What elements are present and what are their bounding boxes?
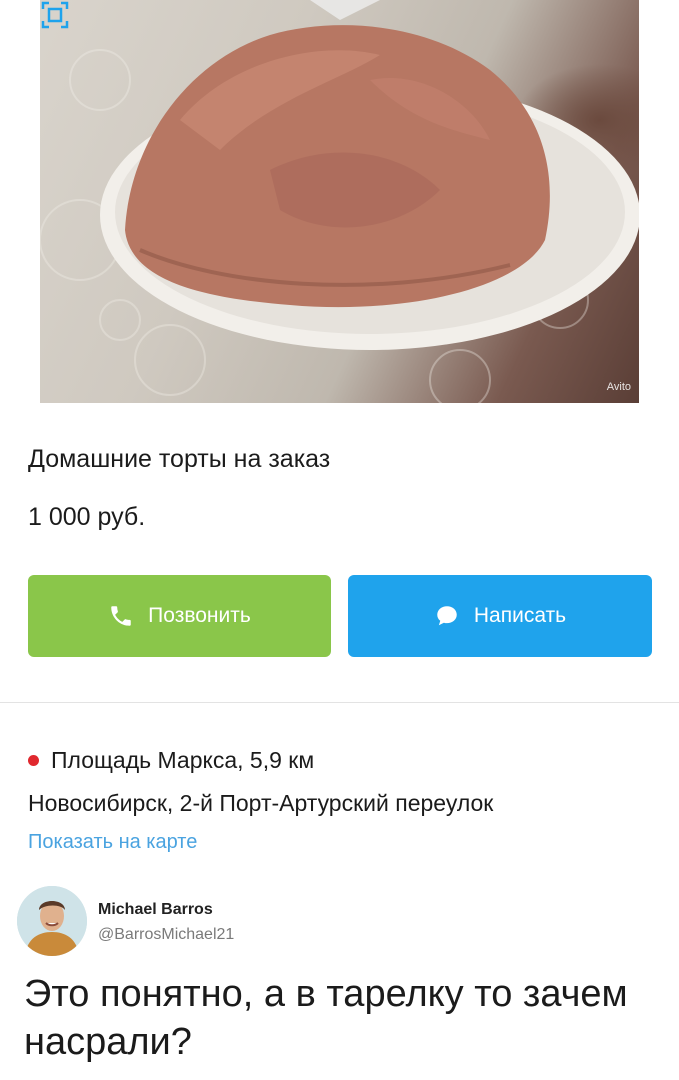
avito-watermark: Avito — [606, 381, 631, 393]
tweet-text: Это понятно, а в тарелку то зачем насрал… — [24, 973, 628, 1063]
address: Новосибирск, 2-й Порт-Артурский переулок — [28, 790, 494, 816]
avatar-image — [17, 886, 87, 956]
author-name: Michael Barros — [98, 901, 213, 918]
write-button-label: Написать — [473, 604, 567, 627]
author-handle[interactable]: @BarrosMichael21 — [98, 926, 234, 944]
avatar[interactable] — [17, 886, 87, 956]
chat-bubble-icon — [437, 606, 457, 626]
section-divider — [0, 702, 679, 703]
expand-icon[interactable] — [40, 0, 70, 30]
show-on-map-link[interactable]: Показать на карте — [28, 831, 197, 854]
metro-station: Площадь Маркса, 5,9 км — [28, 747, 314, 774]
metro-dot-icon — [28, 755, 39, 766]
write-button[interactable]: Написать — [348, 575, 652, 657]
phone-icon — [111, 606, 131, 626]
call-button[interactable]: Позвонить — [28, 575, 331, 657]
call-button-label: Позвонить — [148, 604, 251, 627]
listing-photo[interactable]: Avito — [40, 0, 639, 403]
listing-title: Домашние торты на заказ — [28, 445, 331, 473]
cake-illustration — [40, 0, 639, 403]
listing-price: 1 000 руб. — [28, 503, 146, 531]
metro-label: Площадь Маркса, 5,9 км — [51, 747, 315, 773]
